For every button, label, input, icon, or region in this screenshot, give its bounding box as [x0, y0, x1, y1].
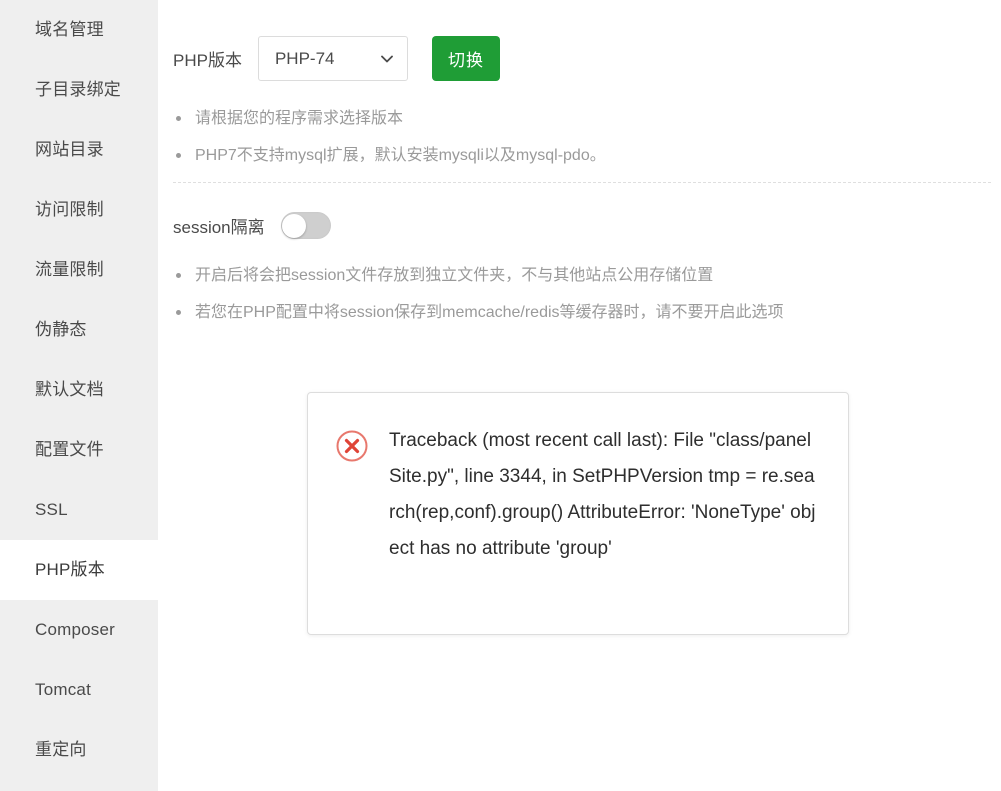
sidebar-item-label: 伪静态 — [35, 320, 87, 339]
switch-php-version-button[interactable]: 切换 — [431, 36, 500, 81]
sidebar-item-label: PHP版本 — [35, 560, 105, 579]
sidebar-item-default-document[interactable]: 默认文档 — [0, 360, 158, 420]
sidebar-item-rewrite[interactable]: 伪静态 — [0, 300, 158, 360]
php-version-select-wrapper: PHP-74 — [257, 36, 408, 81]
php-version-label: PHP版本 — [173, 51, 242, 70]
error-message: Traceback (most recent call last): File … — [389, 430, 816, 559]
sidebar-item-label: SSL — [35, 500, 68, 519]
sidebar-item-ssl[interactable]: SSL — [0, 480, 158, 540]
sidebar: 域名管理 子目录绑定 网站目录 访问限制 流量限制 伪静态 默认文档 配置文件 … — [0, 0, 158, 791]
sidebar-item-tomcat[interactable]: Tomcat — [0, 660, 158, 720]
sidebar-item-label: 重定向 — [35, 740, 87, 759]
sidebar-item-traffic-limit[interactable]: 流量限制 — [0, 240, 158, 300]
php-version-select[interactable]: PHP-74 — [257, 36, 408, 81]
php-version-row: PHP版本 PHP-74 切换 — [158, 0, 1001, 81]
sidebar-item-label: 子目录绑定 — [35, 80, 121, 99]
sidebar-item-label: 流量限制 — [35, 260, 104, 279]
sidebar-item-composer[interactable]: Composer — [0, 600, 158, 660]
session-isolation-row: session隔离 — [158, 183, 1001, 239]
sidebar-item-redirect[interactable]: 重定向 — [0, 720, 158, 780]
session-hint-item: 开启后将会把session文件存放到独立文件夹，不与其他站点公用存储位置 — [158, 265, 1001, 286]
sidebar-item-domain-management[interactable]: 域名管理 — [0, 0, 158, 60]
sidebar-item-access-restriction[interactable]: 访问限制 — [0, 180, 158, 240]
error-dialog: Traceback (most recent call last): File … — [307, 392, 849, 635]
session-hint-item: 若您在PHP配置中将session保存到memcache/redis等缓存器时，… — [158, 302, 1001, 323]
sidebar-item-label: 访问限制 — [35, 200, 104, 219]
sidebar-item-label: 网站目录 — [35, 140, 104, 159]
sidebar-item-label: Composer — [35, 620, 116, 639]
session-isolation-label: session隔离 — [173, 218, 265, 237]
sidebar-item-label: 默认文档 — [35, 380, 104, 399]
sidebar-item-label: 配置文件 — [35, 440, 104, 459]
error-circle-x-icon — [335, 429, 369, 463]
php-hint-item: PHP7不支持mysql扩展，默认安装mysqli以及mysql-pdo。 — [158, 145, 1001, 166]
sidebar-item-config-file[interactable]: 配置文件 — [0, 420, 158, 480]
sidebar-item-site-directory[interactable]: 网站目录 — [0, 120, 158, 180]
toggle-knob — [282, 213, 307, 238]
session-hints-list: 开启后将会把session文件存放到独立文件夹，不与其他站点公用存储位置 若您在… — [158, 265, 1001, 323]
sidebar-item-label: Tomcat — [35, 680, 91, 699]
session-isolation-toggle[interactable] — [280, 212, 331, 239]
sidebar-item-subdirectory-binding[interactable]: 子目录绑定 — [0, 60, 158, 120]
app-root: 域名管理 子目录绑定 网站目录 访问限制 流量限制 伪静态 默认文档 配置文件 … — [0, 0, 1001, 791]
php-hint-item: 请根据您的程序需求选择版本 — [158, 108, 1001, 129]
sidebar-item-label: 域名管理 — [35, 20, 104, 39]
php-hints-list: 请根据您的程序需求选择版本 PHP7不支持mysql扩展，默认安装mysqli以… — [158, 108, 1001, 166]
sidebar-item-php-version[interactable]: PHP版本 — [0, 540, 158, 600]
